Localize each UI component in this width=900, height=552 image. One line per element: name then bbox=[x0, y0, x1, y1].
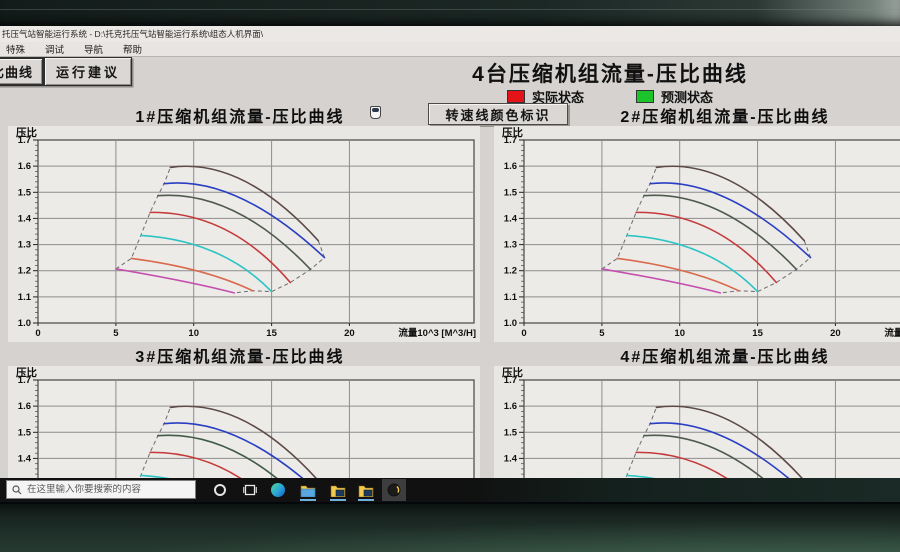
x-tick-label: 20 bbox=[344, 328, 355, 339]
search-input[interactable] bbox=[27, 484, 187, 495]
plot-area bbox=[38, 140, 474, 323]
folder-window-icon-2[interactable] bbox=[354, 479, 378, 501]
monitor-photo: 托压气站智能运行系统 - D:\托克托压气站智能运行系统\组态人机界面\ 特殊 … bbox=[0, 0, 900, 552]
x-tick-label: 5 bbox=[113, 328, 119, 339]
active-app-glyph bbox=[387, 483, 401, 497]
taskbar bbox=[0, 478, 900, 502]
open-app-underline bbox=[300, 499, 316, 501]
search-icon bbox=[12, 485, 22, 495]
y-tick-label: 1.3 bbox=[18, 240, 31, 251]
page-title: 4台压缩机组流量-压比曲线 bbox=[355, 58, 865, 88]
actual-state-swatch bbox=[507, 90, 525, 103]
cortana-icon[interactable] bbox=[208, 479, 232, 501]
chart-svg: 1.01.11.21.31.41.51.61.705101520压比流量10^3… bbox=[8, 366, 480, 478]
task-view-glyph bbox=[243, 484, 257, 496]
open-app-underline bbox=[358, 499, 374, 501]
x-tick-label: 20 bbox=[830, 328, 841, 339]
x-tick-label: 10 bbox=[674, 328, 685, 339]
y-tick-label: 1.1 bbox=[18, 292, 32, 303]
chart-1-title: 1#压缩机组流量-压比曲线 bbox=[20, 103, 460, 127]
y-tick-label: 1.5 bbox=[504, 427, 518, 438]
chart-svg: 1.01.11.21.31.41.51.61.705101520压比流量10^3… bbox=[494, 366, 900, 478]
y-tick-label: 1.6 bbox=[18, 401, 31, 412]
y-tick-label: 1.6 bbox=[504, 161, 517, 172]
y-axis-title: 压比 bbox=[502, 366, 523, 379]
folder-glyph bbox=[358, 484, 374, 497]
y-axis-title: 压比 bbox=[16, 366, 37, 379]
screen: 托压气站智能运行系统 - D:\托克托压气站智能运行系统\组态人机界面\ 特殊 … bbox=[0, 26, 900, 502]
y-tick-label: 1.0 bbox=[504, 318, 517, 329]
edge-icon[interactable] bbox=[266, 479, 290, 501]
window-title: 托压气站智能运行系统 - D:\托克托压气站智能运行系统\组态人机界面\ bbox=[2, 29, 263, 39]
x-tick-label: 10 bbox=[188, 328, 199, 339]
cortana-ring bbox=[214, 484, 226, 496]
y-tick-label: 1.0 bbox=[18, 318, 31, 329]
y-tick-label: 1.5 bbox=[18, 187, 32, 198]
y-tick-label: 1.5 bbox=[504, 187, 518, 198]
y-tick-label: 1.5 bbox=[18, 427, 32, 438]
file-explorer-icon[interactable] bbox=[296, 479, 320, 501]
chart-4-canvas: 1.01.11.21.31.41.51.61.705101520压比流量10^3… bbox=[494, 366, 900, 478]
x-axis-title: 流量10^3 [M^3/H] bbox=[884, 327, 900, 339]
operation-advice-button[interactable]: 运行建议 bbox=[44, 57, 132, 86]
y-tick-label: 1.4 bbox=[18, 213, 32, 224]
menu-item-debug[interactable]: 调试 bbox=[45, 42, 64, 56]
explorer-folder-glyph bbox=[300, 484, 316, 497]
plot-area bbox=[524, 380, 900, 478]
active-app-icon[interactable] bbox=[382, 479, 406, 501]
y-tick-label: 1.3 bbox=[504, 240, 517, 251]
x-tick-label: 0 bbox=[35, 328, 40, 339]
y-tick-label: 1.4 bbox=[504, 213, 518, 224]
status-indicator-icon bbox=[370, 106, 381, 119]
y-tick-label: 1.6 bbox=[18, 161, 31, 172]
x-tick-label: 15 bbox=[752, 328, 763, 339]
open-app-underline bbox=[330, 499, 346, 501]
chart-3-canvas: 1.01.11.21.31.41.51.61.705101520压比流量10^3… bbox=[8, 366, 480, 478]
y-tick-label: 1.4 bbox=[504, 453, 518, 464]
y-tick-label: 1.6 bbox=[504, 401, 517, 412]
monitor-bezel-top bbox=[0, 0, 900, 26]
curve-button[interactable]: 压比曲线 bbox=[0, 57, 44, 86]
chart-1-canvas: 1.01.11.21.31.41.51.61.705101520压比流量10^3… bbox=[8, 126, 480, 342]
x-tick-label: 15 bbox=[266, 328, 277, 339]
taskbar-search[interactable] bbox=[6, 480, 196, 499]
y-tick-label: 1.4 bbox=[18, 453, 32, 464]
y-tick-label: 1.1 bbox=[504, 292, 518, 303]
monitor-bezel-bottom bbox=[0, 502, 900, 552]
x-axis-title: 流量10^3 [M^3/H] bbox=[398, 327, 476, 339]
chart-2-title: 2#压缩机组流量-压比曲线 bbox=[505, 103, 900, 127]
y-tick-label: 1.2 bbox=[18, 266, 31, 277]
folder-window-icon[interactable] bbox=[326, 479, 350, 501]
menu-bar: 特殊 调试 导航 帮助 bbox=[0, 42, 900, 57]
chart-2-canvas: 1.01.11.21.31.41.51.61.705101520压比流量10^3… bbox=[494, 126, 900, 342]
chart-svg: 1.01.11.21.31.41.51.61.705101520压比流量10^3… bbox=[494, 126, 900, 340]
predicted-state-swatch bbox=[636, 90, 654, 103]
x-tick-label: 0 bbox=[521, 328, 526, 339]
chart-svg: 1.01.11.21.31.41.51.61.705101520压比流量10^3… bbox=[8, 126, 480, 340]
y-axis-title: 压比 bbox=[16, 126, 37, 139]
menu-item-special[interactable]: 特殊 bbox=[6, 42, 25, 56]
y-tick-label: 1.2 bbox=[504, 266, 517, 277]
x-tick-label: 5 bbox=[599, 328, 605, 339]
menu-item-nav[interactable]: 导航 bbox=[84, 42, 103, 56]
plot-area bbox=[524, 140, 900, 323]
chart-3-title: 3#压缩机组流量-压比曲线 bbox=[20, 343, 460, 367]
task-view-icon[interactable] bbox=[238, 479, 262, 501]
y-axis-title: 压比 bbox=[502, 126, 523, 139]
chart-4-title: 4#压缩机组流量-压比曲线 bbox=[505, 343, 900, 367]
window-titlebar: 托压气站智能运行系统 - D:\托克托压气站智能运行系统\组态人机界面\ bbox=[0, 26, 900, 42]
folder-glyph bbox=[330, 484, 346, 497]
edge-logo bbox=[271, 483, 285, 497]
menu-item-help[interactable]: 帮助 bbox=[123, 42, 142, 56]
